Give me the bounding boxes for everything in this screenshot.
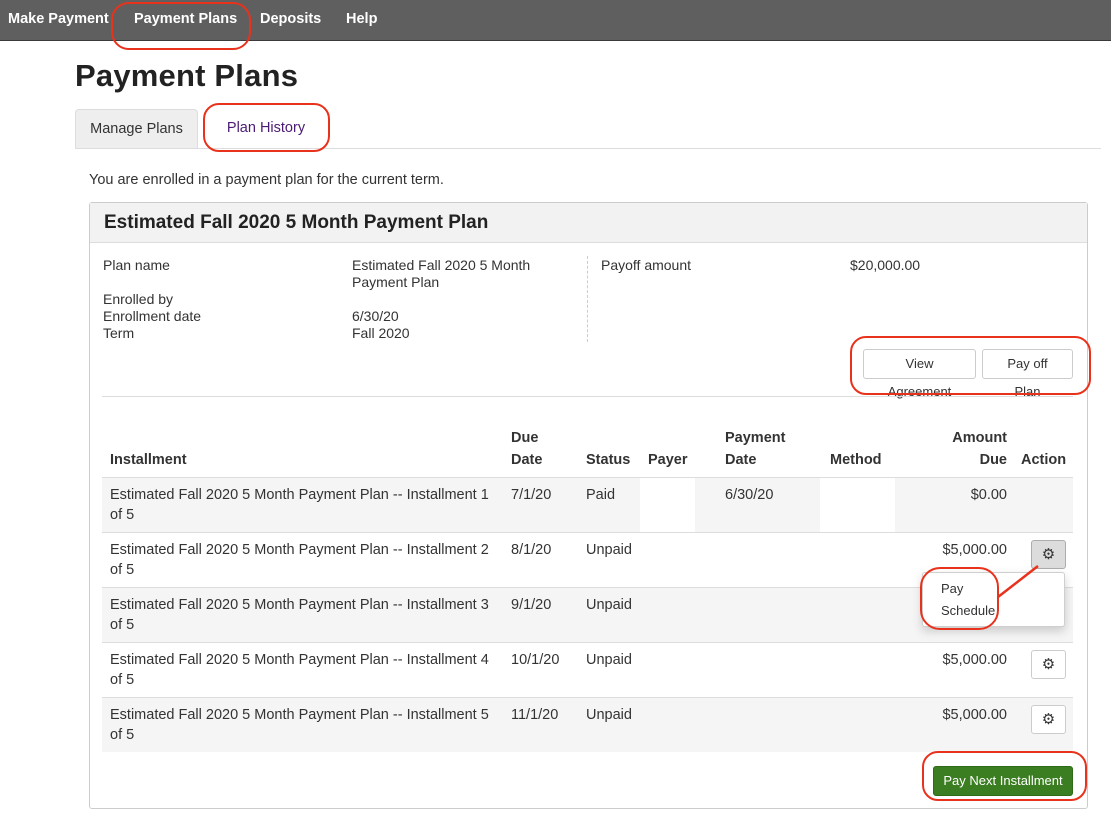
annotation-arrow-line <box>997 565 1039 598</box>
